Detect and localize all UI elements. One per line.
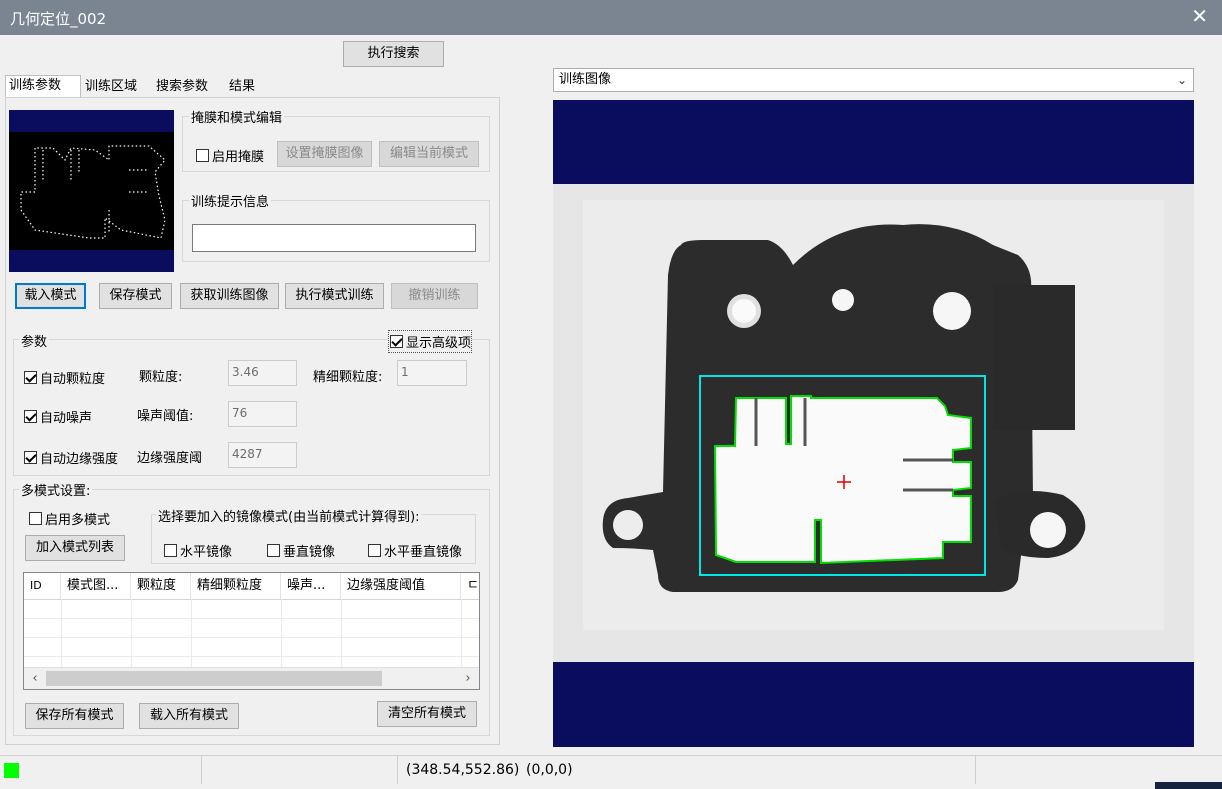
both-mirror-label: 水平垂直镜像 [384, 545, 463, 560]
grid-col-line [61, 599, 62, 667]
image-select-value: 训练图像 [559, 72, 612, 87]
grid-row-line [24, 618, 479, 619]
fine-grain-input[interactable]: 1 [397, 360, 467, 386]
auto-edge-box[interactable] [24, 451, 37, 464]
grid-col-line [131, 599, 132, 667]
tab-train-params[interactable]: 训练参数 [5, 75, 81, 99]
enable-multi-box[interactable] [29, 512, 42, 525]
window-title: 几何定位_002 [10, 10, 107, 28]
noise-input[interactable]: 76 [228, 401, 297, 427]
status-bar: (348.54,552.86) (0,0,0) [0, 755, 1222, 789]
auto-edge-checkbox[interactable]: 自动边缘强度 [24, 448, 118, 467]
noise-label: 噪声阈值: [137, 409, 194, 424]
column-header-id[interactable]: ID [24, 573, 61, 599]
grain-input[interactable]: 3.46 [228, 360, 297, 386]
edge-input[interactable]: 4287 [228, 442, 297, 468]
chevron-down-icon: ⌄ [1176, 73, 1187, 87]
horizontal-mirror-checkbox[interactable]: 水平镜像 [164, 541, 232, 560]
horizontal-scrollbar[interactable]: ‹ › [24, 667, 479, 689]
params-title: 参数 [19, 331, 50, 350]
scroll-right-icon[interactable]: › [459, 670, 477, 688]
title-bar: 几何定位_002 ✕ [0, 0, 1222, 35]
status-segment [202, 756, 398, 784]
edit-current-pattern-button[interactable]: 编辑当前模式 [379, 141, 479, 167]
horizontal-mirror-label: 水平镜像 [180, 545, 233, 560]
mask-edit-group-title: 掩膜和模式编辑 [189, 107, 285, 126]
grid-header-divider [24, 599, 479, 600]
get-train-image-button[interactable]: 获取训练图像 [180, 283, 279, 309]
grid-col-line [281, 599, 282, 667]
grid-row-line [24, 637, 479, 638]
enable-mask-box[interactable] [196, 149, 209, 162]
add-to-list-button[interactable]: 加入模式列表 [25, 535, 125, 561]
both-mirror-box[interactable] [368, 544, 381, 557]
train-info-field [192, 224, 476, 252]
column-header-more[interactable]: ㄷ [461, 573, 479, 599]
load-pattern-button[interactable]: 载入模式 [15, 283, 86, 309]
set-mask-image-button[interactable]: 设置掩膜图像 [277, 141, 372, 167]
edge-label: 边缘强度阈 [137, 451, 203, 466]
image-select-dropdown[interactable]: 训练图像 ⌄ [553, 68, 1194, 92]
auto-grain-checkbox[interactable]: 自动颗粒度 [24, 368, 105, 387]
show-advanced-label: 显示高级项 [406, 336, 472, 351]
pattern-thumbnail [9, 110, 174, 272]
load-all-patterns-button[interactable]: 载入所有模式 [139, 703, 239, 729]
vertical-mirror-checkbox[interactable]: 垂直镜像 [267, 541, 335, 560]
enable-mask-label: 启用掩膜 [212, 150, 265, 165]
save-pattern-button[interactable]: 保存模式 [99, 283, 172, 309]
clear-all-patterns-button[interactable]: 清空所有模式 [377, 701, 477, 727]
execute-search-button[interactable]: 执行搜索 [343, 41, 444, 67]
enable-mask-checkbox[interactable]: 启用掩膜 [196, 146, 264, 165]
vertical-mirror-box[interactable] [267, 544, 280, 557]
tab-results[interactable]: 结果 [225, 76, 269, 98]
show-advanced-checkbox[interactable]: 显示高级项 [388, 330, 473, 353]
status-segment [0, 756, 202, 784]
show-advanced-box[interactable] [390, 335, 403, 348]
grain-label: 颗粒度: [139, 370, 183, 385]
execute-train-button[interactable]: 执行模式训练 [285, 283, 384, 309]
auto-noise-box[interactable] [24, 410, 37, 423]
column-header-fine-grain[interactable]: 精细颗粒度 [191, 573, 281, 599]
fine-grain-label: 精细颗粒度: [313, 370, 383, 385]
taskbar-edge [1155, 782, 1222, 789]
auto-grain-label: 自动颗粒度 [40, 372, 106, 387]
grid-col-line [191, 599, 192, 667]
pattern-list-table[interactable]: ID 模式图... 颗粒度 精细颗粒度 噪声... 边缘强度阈值 ㄷ ‹ › [23, 572, 480, 690]
enable-multi-label: 启用多模式 [45, 513, 111, 528]
grid-col-line [461, 599, 462, 667]
column-header-pattern-image[interactable]: 模式图... [61, 573, 131, 599]
status-segment: (348.54,552.86) (0,0,0) [398, 756, 976, 784]
pixel-value: (0,0,0) [526, 762, 573, 778]
grid-row-line [24, 656, 479, 657]
image-viewer[interactable] [553, 100, 1194, 747]
cursor-coordinates: (348.54,552.86) [406, 762, 520, 778]
grid-col-line [341, 599, 342, 667]
auto-noise-checkbox[interactable]: 自动噪声 [24, 407, 92, 426]
scroll-left-icon[interactable]: ‹ [26, 670, 44, 688]
undo-train-button[interactable]: 撤销训练 [391, 283, 478, 309]
enable-multi-checkbox[interactable]: 启用多模式 [29, 509, 110, 528]
horizontal-mirror-box[interactable] [164, 544, 177, 557]
mirror-title: 选择要加入的镜像模式(由当前模式计算得到): [156, 506, 422, 525]
multi-mode-title: 多模式设置: [19, 480, 93, 499]
column-header-grain[interactable]: 颗粒度 [131, 573, 191, 599]
scrollbar-thumb[interactable] [46, 671, 382, 686]
save-all-patterns-button[interactable]: 保存所有模式 [25, 703, 124, 729]
column-header-noise[interactable]: 噪声... [281, 573, 341, 599]
tab-search-params[interactable]: 搜索参数 [152, 76, 224, 98]
column-header-edge[interactable]: 边缘强度阈值 [341, 573, 461, 599]
auto-noise-label: 自动噪声 [40, 411, 93, 426]
auto-grain-box[interactable] [24, 371, 37, 384]
status-indicator [4, 763, 19, 778]
auto-edge-label: 自动边缘强度 [40, 452, 119, 467]
close-icon[interactable]: ✕ [1191, 6, 1208, 26]
vertical-mirror-label: 垂直镜像 [283, 545, 336, 560]
train-info-title: 训练提示信息 [189, 191, 272, 210]
both-mirror-checkbox[interactable]: 水平垂直镜像 [368, 541, 462, 560]
tab-train-region[interactable]: 训练区域 [81, 76, 151, 98]
